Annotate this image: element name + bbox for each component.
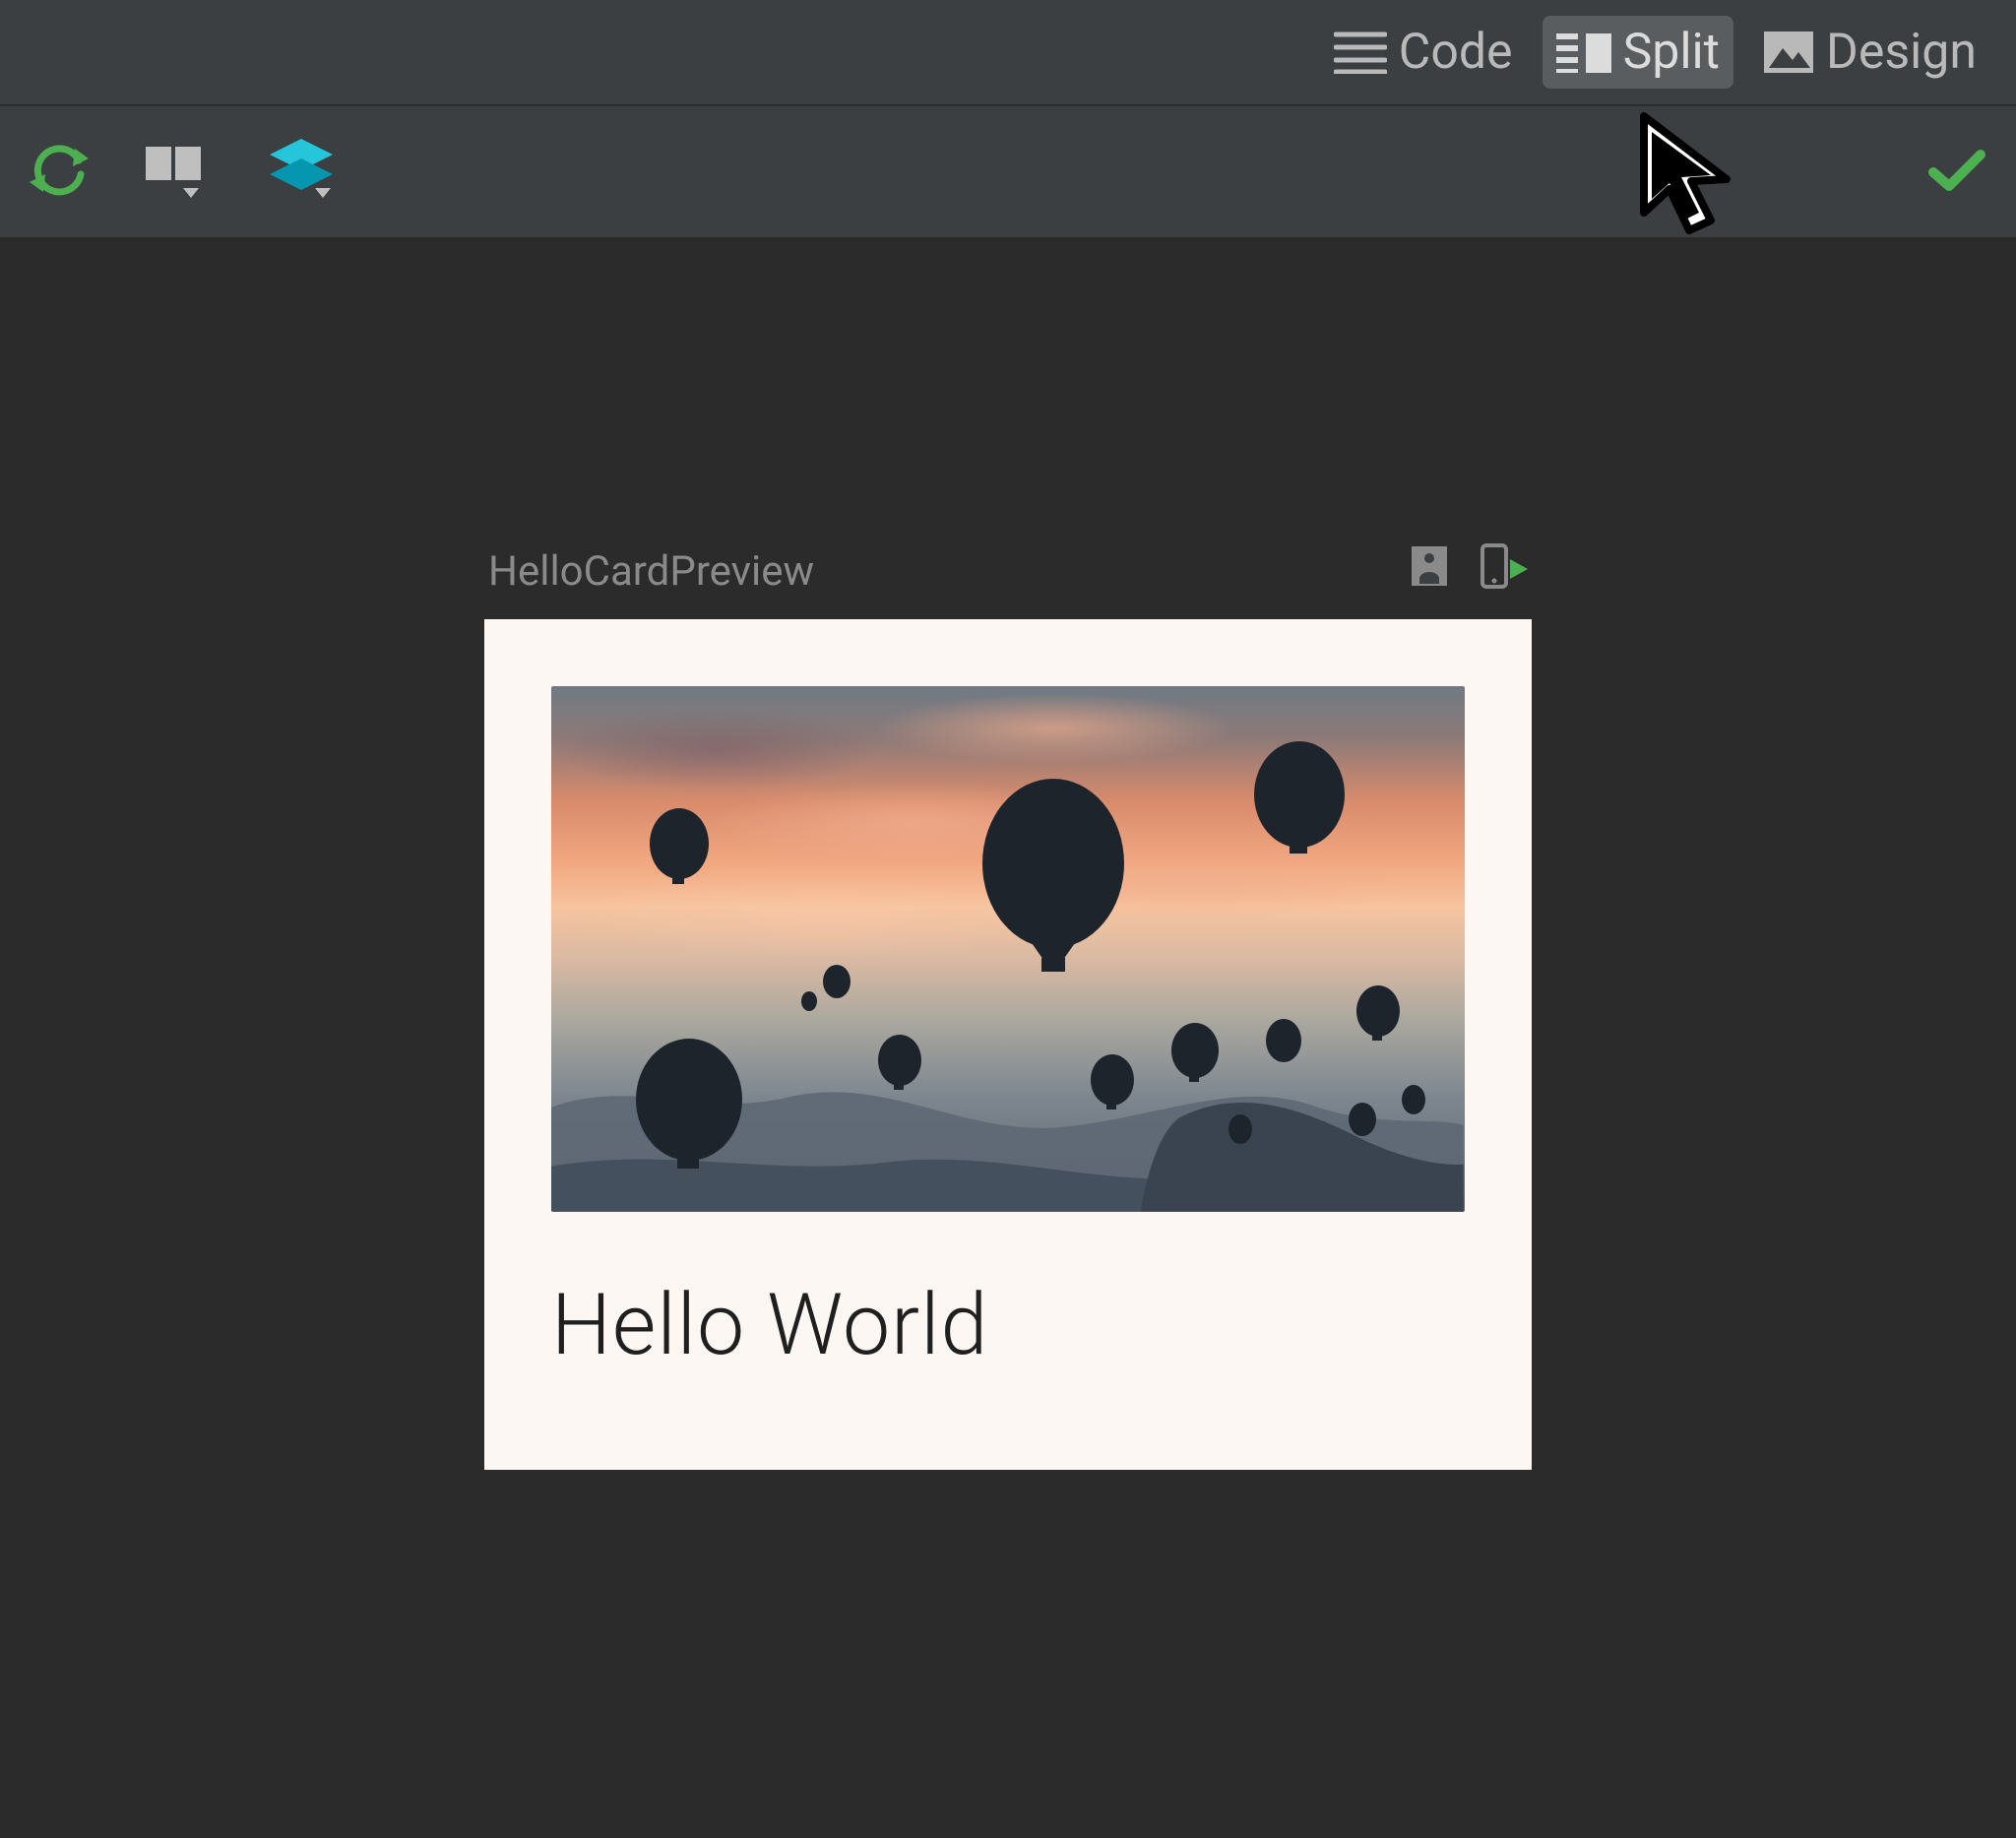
preview-composable: HelloCardPreview bbox=[484, 543, 1532, 1470]
preview-toolbar bbox=[0, 106, 2016, 238]
refresh-icon bbox=[30, 141, 89, 204]
preview-name-label: HelloCardPreview bbox=[488, 547, 814, 596]
split-view-icon bbox=[1556, 32, 1611, 73]
status-ok-button[interactable] bbox=[1927, 147, 1986, 198]
app-root: Code Split bbox=[0, 0, 2016, 1838]
surface-picker-button[interactable] bbox=[146, 143, 209, 202]
interactive-preview-button[interactable] bbox=[1408, 544, 1451, 599]
view-mode-tabs: Code Split bbox=[0, 0, 2016, 106]
hello-card-preview: Hello World bbox=[484, 619, 1532, 1470]
tab-design[interactable]: Design bbox=[1749, 16, 1990, 89]
card-hero-image bbox=[551, 686, 1465, 1212]
refresh-button[interactable] bbox=[30, 141, 89, 204]
tab-code-label: Code bbox=[1399, 24, 1513, 81]
preview-actions bbox=[1408, 543, 1528, 600]
image-icon bbox=[1763, 31, 1814, 74]
deploy-device-icon bbox=[1477, 543, 1528, 600]
surface-icon bbox=[146, 143, 209, 202]
tab-code[interactable]: Code bbox=[1320, 16, 1527, 89]
interactive-preview-icon bbox=[1408, 544, 1451, 599]
preview-canvas[interactable]: HelloCardPreview bbox=[0, 238, 2016, 1838]
tab-split-label: Split bbox=[1623, 24, 1720, 81]
code-lines-icon bbox=[1334, 31, 1387, 74]
tab-design-label: Design bbox=[1826, 24, 1977, 81]
layers-button[interactable] bbox=[266, 139, 337, 206]
layers-icon bbox=[266, 139, 337, 206]
card-title: Hello World bbox=[551, 1275, 1465, 1374]
tab-split[interactable]: Split bbox=[1543, 16, 1733, 89]
check-icon bbox=[1927, 147, 1986, 198]
deploy-preview-button[interactable] bbox=[1477, 543, 1528, 600]
preview-header: HelloCardPreview bbox=[484, 543, 1532, 600]
balloons-illustration bbox=[551, 686, 1465, 1212]
